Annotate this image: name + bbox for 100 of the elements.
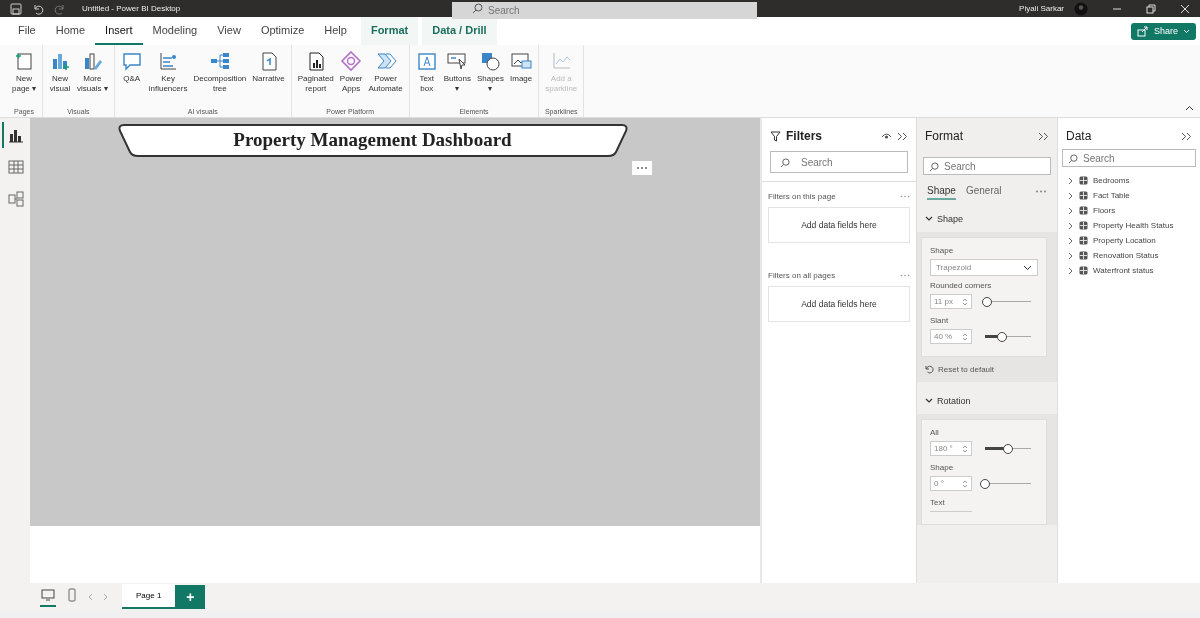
- table-item[interactable]: Floors: [1068, 206, 1190, 215]
- ribbon-button[interactable]: Decomposition tree: [190, 49, 250, 108]
- table-item[interactable]: Renovation Status: [1068, 251, 1190, 260]
- drop-zone[interactable]: Add data fields here: [768, 207, 910, 243]
- ribbon-button[interactable]: Image: [507, 49, 536, 108]
- chevron-down-icon: [1023, 264, 1032, 271]
- number-field[interactable]: 180 °: [930, 441, 972, 456]
- table-icon: [1079, 191, 1088, 200]
- chevron-icon: [925, 216, 933, 222]
- redo-icon[interactable]: [54, 2, 66, 15]
- search-icon: [929, 162, 939, 172]
- collapse-pane-icon[interactable]: [1181, 131, 1192, 141]
- ribbon-button[interactable]: Buttons ▾: [440, 49, 474, 108]
- number-field[interactable]: 0 °: [930, 476, 972, 491]
- ribbon-tab[interactable]: File: [8, 17, 46, 45]
- ribbon-button[interactable]: Narrative: [249, 49, 288, 108]
- reset-icon: [925, 365, 934, 374]
- more-options-icon[interactable]: [1035, 190, 1047, 193]
- table-item[interactable]: Fact Table: [1068, 191, 1190, 200]
- ribbon-tab[interactable]: Format: [360, 17, 419, 45]
- save-icon[interactable]: [10, 2, 22, 15]
- pane-tab[interactable]: General: [965, 183, 1002, 200]
- collapse-ribbon-icon[interactable]: [1185, 105, 1194, 111]
- reset-button[interactable]: Reset to default: [921, 357, 999, 382]
- ribbon-tab[interactable]: Data / Drill: [422, 17, 497, 45]
- section-label: Filters on all pages: [768, 271, 836, 280]
- chevron-down-icon: [1183, 28, 1190, 34]
- search-icon: [472, 3, 483, 14]
- more-options-icon[interactable]: [900, 274, 910, 277]
- ribbon-button[interactable]: Text box: [412, 49, 441, 108]
- speech-bubble-icon: [120, 50, 143, 72]
- eye-icon[interactable]: [881, 132, 892, 140]
- more-options-icon[interactable]: [632, 161, 652, 175]
- ribbon-button[interactable]: Shapes ▾: [473, 49, 508, 108]
- search-field[interactable]: Search: [1062, 149, 1196, 167]
- pane-title: Filters: [786, 129, 822, 143]
- sparkline-icon: [550, 50, 573, 72]
- ribbon-button[interactable]: Key influencers: [145, 49, 191, 108]
- section-header[interactable]: Rotation: [917, 382, 979, 414]
- dropdown[interactable]: Trapezoid: [930, 259, 1038, 276]
- section-label: Filters on this page: [768, 192, 836, 201]
- ribbon-button[interactable]: Power Automate: [365, 49, 406, 108]
- field-label: Shape: [930, 246, 955, 255]
- collapse-pane-icon[interactable]: [897, 131, 908, 141]
- drop-zone[interactable]: Add data fields here: [768, 286, 910, 322]
- spinner-arrows-icon: [962, 331, 968, 342]
- table-item[interactable]: Property Location: [1068, 236, 1190, 245]
- page-tab[interactable]: Page 1: [122, 584, 176, 609]
- ribbon-button[interactable]: Paginated report: [294, 49, 337, 108]
- dashboard-title: Property Management Dashboard: [233, 129, 512, 151]
- table-icon: [7, 158, 25, 176]
- add-page-button[interactable]: +: [175, 584, 206, 609]
- ribbon-button[interactable]: New page ▾: [9, 49, 40, 108]
- diamond-icon: [340, 50, 363, 72]
- collapse-pane-icon[interactable]: [1038, 131, 1049, 141]
- field-label: Slant: [930, 316, 950, 325]
- image-icon: [510, 50, 533, 72]
- shapes-icon: [479, 50, 502, 72]
- ribbon-button[interactable]: More visuals ▾: [74, 49, 111, 108]
- spinner-arrows-icon: [962, 443, 968, 454]
- ribbon-tab[interactable]: Optimize: [250, 17, 315, 45]
- more-options-icon[interactable]: [900, 195, 910, 198]
- spinner-arrows-icon: [962, 296, 968, 307]
- ribbon-button[interactable]: New visual: [46, 49, 75, 108]
- close-icon[interactable]: [1180, 3, 1190, 14]
- ribbon-tab[interactable]: Help: [314, 17, 357, 45]
- search-icon: [780, 158, 790, 168]
- ribbon-tab[interactable]: Home: [45, 17, 96, 45]
- table-item[interactable]: Bedrooms: [1068, 176, 1190, 185]
- search-field[interactable]: Search: [770, 151, 908, 173]
- ribbon-tab[interactable]: View: [207, 17, 251, 45]
- filter-icon: [770, 130, 781, 142]
- spinner-arrows-icon: [962, 478, 968, 489]
- pane-title: Data: [1066, 129, 1092, 143]
- search-field[interactable]: Search: [452, 2, 757, 19]
- share-button[interactable]: Share: [1130, 22, 1196, 40]
- ribbon-button[interactable]: Q&A: [117, 49, 146, 108]
- table-icon: [1079, 176, 1088, 185]
- number-field[interactable]: 11 px: [930, 294, 972, 309]
- ribbon-button[interactable]: Power Apps: [336, 49, 366, 108]
- text-box-icon: [415, 50, 438, 72]
- ribbon-tab[interactable]: Modeling: [142, 17, 208, 45]
- section-header[interactable]: Shape: [917, 200, 972, 232]
- table-icon: [1079, 206, 1088, 215]
- avatar-icon[interactable]: [1074, 1, 1088, 16]
- cursor-button-icon: [446, 50, 469, 72]
- undo-icon[interactable]: [32, 2, 44, 15]
- search-field[interactable]: Search: [923, 157, 1051, 175]
- restore-icon[interactable]: [1146, 3, 1156, 14]
- pane-tab[interactable]: Shape: [927, 183, 956, 200]
- desktop-icon[interactable]: [40, 586, 56, 607]
- table-icon: [1079, 236, 1088, 245]
- field-label: Rounded corners: [930, 281, 993, 290]
- trapezoid-shape[interactable]: [117, 122, 628, 158]
- number-field[interactable]: 40 %: [930, 329, 972, 344]
- table-item[interactable]: Property Health Status: [1068, 221, 1190, 230]
- chevrons-icon: [374, 50, 397, 72]
- table-item[interactable]: Waterfront status: [1068, 266, 1190, 275]
- window-title: Untitled - Power BI Desktop: [82, 4, 182, 13]
- search-icon: [1068, 154, 1078, 164]
